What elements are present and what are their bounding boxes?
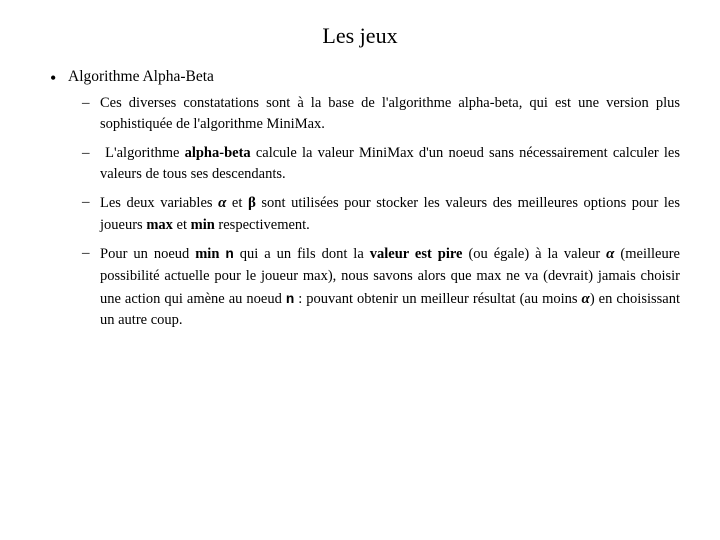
sub-items-list: – Ces diverses constatations sont à la b… — [82, 93, 680, 332]
options-word: options — [584, 195, 627, 211]
sub-content-1: Ces diverses constatations sont à la bas… — [100, 93, 680, 136]
max-label: max — [146, 217, 173, 233]
dash-3: – — [82, 192, 100, 214]
main-bullet-item: • Algorithme Alpha-Beta – Ces diverses c… — [50, 66, 680, 339]
sub-content-3: Les deux variables α et β sont utilisées… — [100, 192, 680, 236]
dash-2: – — [82, 143, 100, 165]
page-title: Les jeux — [40, 20, 680, 52]
sub-item-4: – Pour un noeud min n qui a un fils dont… — [82, 243, 680, 331]
n-mono-1: n — [225, 247, 233, 263]
bullet-symbol: • — [50, 66, 68, 91]
dash-4: – — [82, 243, 100, 265]
sub-content-2: L'algorithme alpha-beta calcule la valeu… — [100, 143, 680, 186]
alpha-beta-bold: alpha-beta — [185, 145, 251, 161]
alpha-symbol: α — [218, 195, 226, 211]
sub-content-4: Pour un noeud min n qui a un fils dont l… — [100, 243, 680, 331]
main-bullet-label: Algorithme Alpha-Beta — [68, 68, 214, 85]
dash-1: – — [82, 93, 100, 115]
alpha-symbol-2: α — [606, 246, 614, 262]
main-section: • Algorithme Alpha-Beta – Ces diverses c… — [50, 66, 680, 339]
bullet-content: Algorithme Alpha-Beta – Ces diverses con… — [68, 66, 680, 339]
page: Les jeux • Algorithme Alpha-Beta – Ces d… — [0, 0, 720, 540]
n-mono-2: n — [286, 292, 294, 308]
valeur-est-pire: valeur est pire — [370, 246, 463, 262]
sub-item-2: – L'algorithme alpha-beta calcule la val… — [82, 143, 680, 186]
sub-item-1: – Ces diverses constatations sont à la b… — [82, 93, 680, 136]
sub-item-3: – Les deux variables α et β sont utilisé… — [82, 192, 680, 236]
beta-symbol: β — [248, 195, 256, 211]
min-bold: min — [195, 246, 219, 262]
alpha-symbol-3: α — [582, 291, 590, 307]
min-label: min — [191, 217, 215, 233]
